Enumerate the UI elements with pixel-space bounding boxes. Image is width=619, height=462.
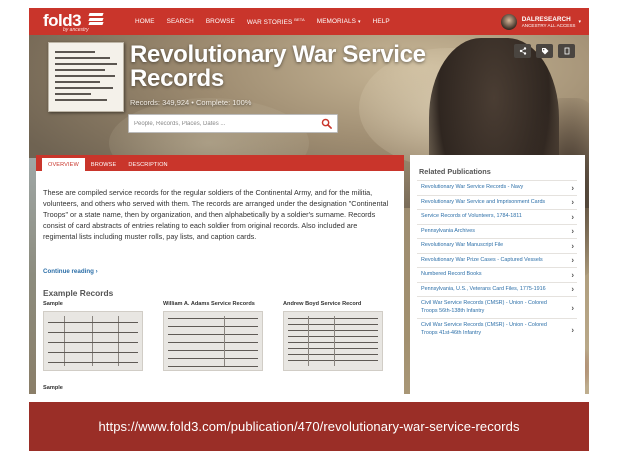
chevron-right-icon: › <box>571 226 574 236</box>
related-publication-link[interactable]: Revolutionary War Service and Imprisonme… <box>417 194 577 210</box>
record-stats: Records: 349,924 • Complete: 100% <box>130 98 252 107</box>
example-label: William A. Adams Service Records <box>163 301 255 307</box>
related-publication-link[interactable]: Revolutionary War Prize Cases - Captured… <box>417 252 577 268</box>
logo-subtitle: by ancestry <box>63 27 89 33</box>
nav-war-stories-label: WAR STORIES <box>246 19 293 27</box>
related-publication-link[interactable]: Civil War Service Records (CMSR) - Union… <box>417 318 577 340</box>
nav-home[interactable]: HOME <box>135 18 155 25</box>
example-records-heading: Example Records <box>43 288 114 298</box>
chevron-right-icon: › <box>571 241 574 250</box>
publication-description: These are compiled service records for t… <box>43 188 389 241</box>
avatar <box>500 14 517 30</box>
beta-badge: BETA <box>294 16 305 22</box>
continue-reading-link[interactable]: Continue reading › <box>43 268 98 275</box>
nav-memorials[interactable]: MEMORIALS ▾ <box>317 18 361 25</box>
share-button[interactable] <box>514 44 531 58</box>
slide: fold3 by ancestry HOME SEARCH BROWSE WAR… <box>0 0 619 462</box>
bookmark-icon <box>564 47 569 55</box>
example-record-1[interactable]: Sample <box>43 301 143 371</box>
related-publication-label: Pennsylvania, U.S., Veterans Card Files,… <box>421 285 546 292</box>
nav-search[interactable]: SEARCH <box>167 18 194 25</box>
related-publication-link[interactable]: Revolutionary War Manuscript File › <box>417 238 577 253</box>
related-publication-label: Revolutionary War Service Records - Navy <box>421 184 524 190</box>
related-publication-label: Numbered Record Books <box>421 271 482 277</box>
related-publications-list: Revolutionary War Service Records - Navy… <box>417 180 577 340</box>
chevron-right-icon: › <box>571 212 574 221</box>
example-label: Sample <box>43 301 63 307</box>
logo-chevron-icon <box>88 13 105 25</box>
nav-browse[interactable]: BROWSE <box>206 18 235 25</box>
related-publication-link[interactable]: Pennsylvania Archives › <box>417 223 577 239</box>
tab-bar: OVERVIEW BROWSE DESCRIPTION <box>36 156 404 171</box>
nav-memorials-label: MEMORIALS <box>316 18 357 25</box>
url-caption: https://www.fold3.com/publication/470/re… <box>98 419 520 434</box>
url-caption-bar: https://www.fold3.com/publication/470/re… <box>29 402 589 451</box>
chevron-right-icon: › <box>571 284 574 294</box>
chevron-right-icon: › <box>571 324 574 334</box>
user-plan: ANCESTRY ALL ACCESS <box>521 22 576 28</box>
related-publication-link[interactable]: Pennsylvania, U.S., Veterans Card Files,… <box>417 281 577 297</box>
hero-actions <box>509 44 575 58</box>
page-title: Revolutionary War Service Records <box>130 41 426 92</box>
related-publication-link[interactable]: Revolutionary War Service Records - Navy… <box>417 180 577 195</box>
bookmark-button[interactable] <box>558 44 575 58</box>
share-icon <box>519 47 526 55</box>
example-image <box>283 311 383 371</box>
tab-overview[interactable]: OVERVIEW <box>42 156 85 171</box>
related-publication-label: Revolutionary War Service and Imprisonme… <box>421 198 546 205</box>
user-name: DALRESEARCH <box>521 15 571 23</box>
chevron-right-icon: › <box>571 302 574 312</box>
related-publication-link[interactable]: Civil War Service Records (CMSR) - Union… <box>417 296 577 318</box>
search-icon[interactable] <box>321 118 332 129</box>
caret-down-icon: ▾ <box>578 19 581 25</box>
tab-browse[interactable]: BROWSE <box>85 158 122 171</box>
example-label: Andrew Boyd Service Record <box>283 301 362 307</box>
chevron-right-icon: › <box>571 183 574 192</box>
example-image <box>163 311 263 371</box>
screenshot: fold3 by ancestry HOME SEARCH BROWSE WAR… <box>29 8 589 394</box>
top-nav: fold3 by ancestry HOME SEARCH BROWSE WAR… <box>29 8 589 35</box>
related-publication-label: Revolutionary War Manuscript File <box>421 242 504 248</box>
related-publication-label: Civil War Service Records (CMSR) - Union… <box>421 322 547 336</box>
example-image <box>43 311 143 371</box>
search-input[interactable] <box>129 115 319 132</box>
related-publications-panel: Related Publications Revolutionary War S… <box>410 155 585 394</box>
publication-thumbnail <box>48 42 124 112</box>
fold3-logo[interactable]: fold3 by ancestry <box>43 11 125 33</box>
nav-war-stories[interactable]: WAR STORIES BETA <box>247 17 305 26</box>
tab-description[interactable]: DESCRIPTION <box>122 158 173 171</box>
chevron-right-icon: › <box>571 255 574 265</box>
related-publication-link[interactable]: Numbered Record Books › <box>417 267 577 282</box>
tag-icon <box>541 48 548 55</box>
related-publications-heading: Related Publications <box>419 167 491 176</box>
example-record-2[interactable]: William A. Adams Service Records <box>163 301 263 371</box>
user-menu[interactable]: DALRESEARCH ANCESTRY ALL ACCESS ▾ <box>500 11 581 33</box>
search-box <box>128 114 338 133</box>
nav-help[interactable]: HELP <box>373 18 390 25</box>
tag-button[interactable] <box>536 44 553 58</box>
chevron-right-icon: › <box>571 270 574 279</box>
related-publication-label: Service Records of Volunteers, 1784-1811 <box>421 213 522 219</box>
related-publication-link[interactable]: Service Records of Volunteers, 1784-1811… <box>417 209 577 224</box>
related-publication-label: Civil War Service Records (CMSR) - Union… <box>421 300 547 314</box>
caret-down-icon: ▾ <box>358 19 361 25</box>
nav-links: HOME SEARCH BROWSE WAR STORIES BETA MEMO… <box>135 8 402 35</box>
overview-panel: OVERVIEW BROWSE DESCRIPTION These are co… <box>36 155 404 394</box>
related-publication-label: Pennsylvania Archives <box>421 227 475 234</box>
example-label: Sample <box>43 385 63 391</box>
example-record-3[interactable]: Andrew Boyd Service Record <box>283 301 383 371</box>
related-publication-label: Revolutionary War Prize Cases - Captured… <box>421 256 543 263</box>
chevron-right-icon: › <box>571 197 574 207</box>
